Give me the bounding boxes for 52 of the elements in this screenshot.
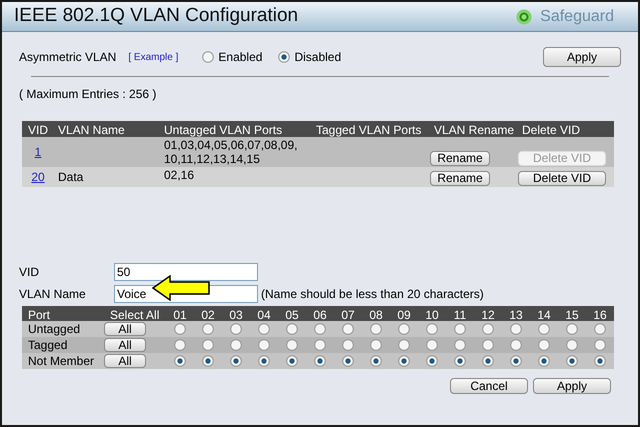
select-all-button[interactable]: All (104, 338, 146, 352)
column-header: 11 (452, 307, 468, 324)
cancel-button[interactable]: Cancel (450, 378, 528, 394)
brand-label: Safeguard (540, 6, 614, 26)
delete-vid-button[interactable]: Delete VID (518, 171, 606, 186)
column-header: 10 (424, 307, 440, 324)
column-header: 01 (172, 307, 188, 324)
asymmetric-vlan-label: Asymmetric VLAN (19, 49, 116, 66)
apply-button[interactable]: Apply (543, 47, 621, 67)
vid-link[interactable]: 1 (22, 143, 54, 161)
window-title: IEEE 802.1Q VLAN Configuration (14, 4, 298, 28)
column-header: 13 (508, 307, 524, 324)
column-header: 12 (480, 307, 496, 324)
column-header: Select All (109, 307, 160, 324)
column-header: 03 (228, 307, 244, 324)
table-cell-text: 01,03,04,05,06,07,08,09, 10,11,12,13,14,15 (163, 138, 298, 166)
column-header: 07 (340, 307, 356, 324)
rename-button[interactable]: Rename (430, 151, 490, 166)
max-entries-text: ( Maximum Entries : 256 ) (19, 86, 158, 103)
row-label: Not Member (27, 353, 96, 369)
column-header: VLAN Name (57, 122, 126, 139)
vid-link[interactable]: 20 (22, 168, 54, 186)
vid-label: VID (19, 264, 40, 281)
column-header: 05 (284, 307, 300, 324)
column-header: 06 (312, 307, 328, 324)
column-header: 15 (564, 307, 580, 324)
select-all-button[interactable]: All (104, 322, 146, 336)
column-header: 04 (256, 307, 272, 324)
option-label[interactable]: Disabled (294, 48, 342, 66)
column-header: 14 (536, 307, 552, 324)
column-header: VID (26, 122, 49, 139)
vid-input-field[interactable]: 50 (114, 263, 258, 281)
column-header: 09 (396, 307, 412, 324)
row-label: Tagged (27, 337, 68, 353)
table-cell-text: Data (57, 169, 84, 186)
example-link[interactable]: [ Example ] (128, 50, 178, 64)
column-header: 02 (200, 307, 216, 324)
table-cell-text: 02,16 (163, 168, 196, 182)
rename-button[interactable]: Rename (430, 171, 490, 186)
vlan-name-label: VLAN Name (19, 286, 87, 303)
column-header: 08 (368, 307, 384, 324)
column-header: VLAN Rename (433, 122, 516, 139)
column-header: Untagged VLAN Ports (163, 122, 284, 139)
name-hint-text: (Name should be less than 20 characters) (261, 286, 484, 303)
option-label[interactable]: Enabled (218, 48, 262, 66)
select-all-button[interactable]: All (104, 354, 146, 368)
column-header: Delete VID (521, 122, 582, 139)
apply-button[interactable]: Apply (533, 378, 611, 394)
column-header: Port (27, 307, 52, 324)
column-header: Tagged VLAN Ports (315, 122, 422, 139)
column-header: 16 (592, 307, 608, 324)
row-label: Untagged (27, 321, 82, 337)
